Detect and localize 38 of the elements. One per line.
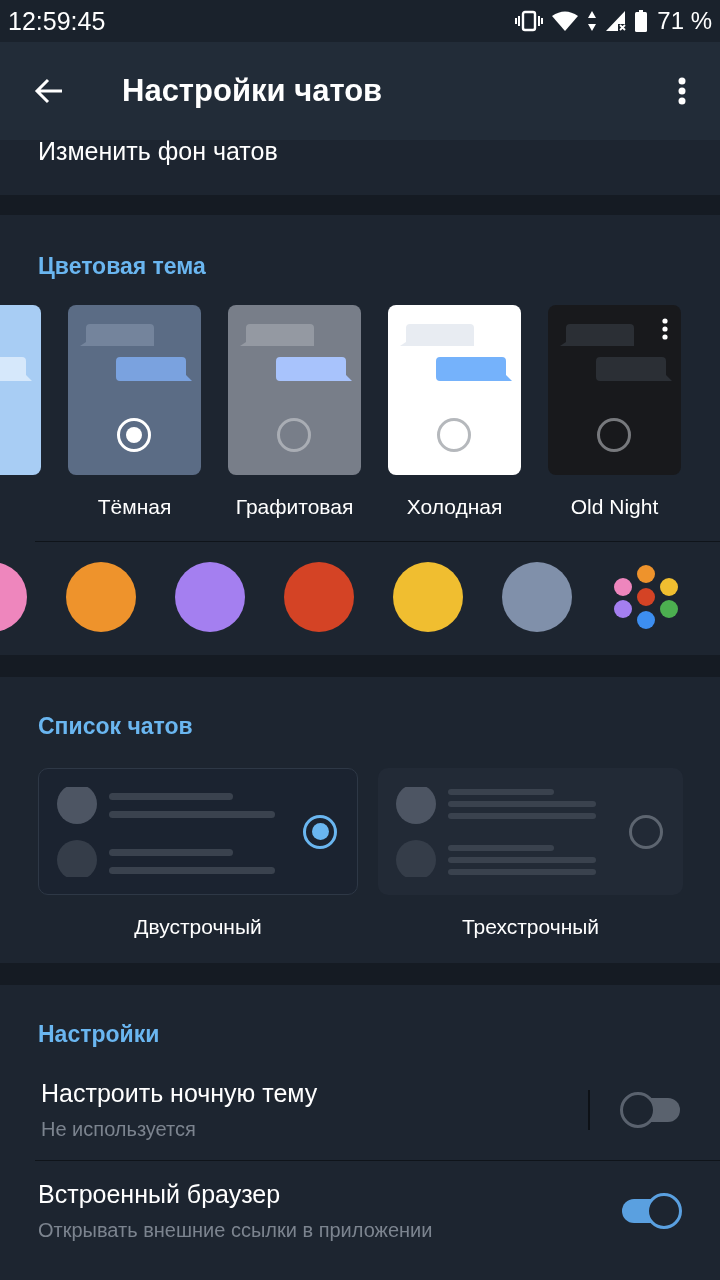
wifi-icon bbox=[551, 10, 580, 32]
battery-level: 71 % bbox=[657, 7, 712, 35]
section-heading: Список чатов bbox=[37, 713, 193, 740]
layout-label: Двустрочный bbox=[134, 915, 262, 939]
layout-label: Трехстрочный bbox=[461, 915, 600, 939]
palette-icon[interactable] bbox=[614, 565, 678, 629]
vibrate-icon bbox=[515, 10, 544, 32]
theme-label: Холодная bbox=[406, 495, 503, 519]
more-icon[interactable] bbox=[662, 318, 668, 340]
section-heading: Настройки bbox=[37, 1021, 160, 1048]
message-bubble-icon bbox=[116, 357, 192, 383]
signal-icon bbox=[605, 10, 628, 32]
toggle-switch[interactable] bbox=[620, 1092, 682, 1128]
setting-title: Встроенный браузер bbox=[38, 1180, 282, 1209]
theme-label: Графитовая bbox=[235, 495, 354, 519]
toggle-switch[interactable] bbox=[620, 1193, 682, 1229]
theme-label: Тёмная bbox=[97, 495, 172, 519]
radio-button[interactable] bbox=[597, 418, 631, 452]
setting-title: Настроить ночную тему bbox=[41, 1079, 318, 1108]
radio-button[interactable] bbox=[629, 814, 663, 849]
section-heading: Цветовая тема bbox=[37, 253, 206, 280]
message-bubble-icon bbox=[596, 357, 672, 383]
message-bubble-icon bbox=[436, 357, 512, 383]
radio-button[interactable] bbox=[303, 814, 337, 849]
battery-icon bbox=[635, 10, 648, 32]
setting-subtitle: Открывать внешние ссылки в приложении bbox=[38, 1219, 433, 1242]
radio-button[interactable] bbox=[277, 418, 311, 452]
theme-label: Old Night bbox=[570, 495, 659, 519]
status-time: 12:59:45 bbox=[8, 6, 106, 36]
theme-preview-card[interactable] bbox=[68, 305, 201, 475]
change-background-item[interactable]: Изменить фон чатов bbox=[38, 137, 278, 166]
radio-button[interactable] bbox=[437, 418, 471, 452]
screen-title: Настройки чатов bbox=[122, 73, 383, 109]
data-arrows-icon bbox=[587, 10, 598, 32]
message-bubble-icon bbox=[276, 357, 352, 383]
setting-subtitle: Не используется bbox=[41, 1118, 197, 1141]
more-icon[interactable] bbox=[678, 77, 686, 105]
back-arrow-icon[interactable] bbox=[34, 78, 64, 104]
